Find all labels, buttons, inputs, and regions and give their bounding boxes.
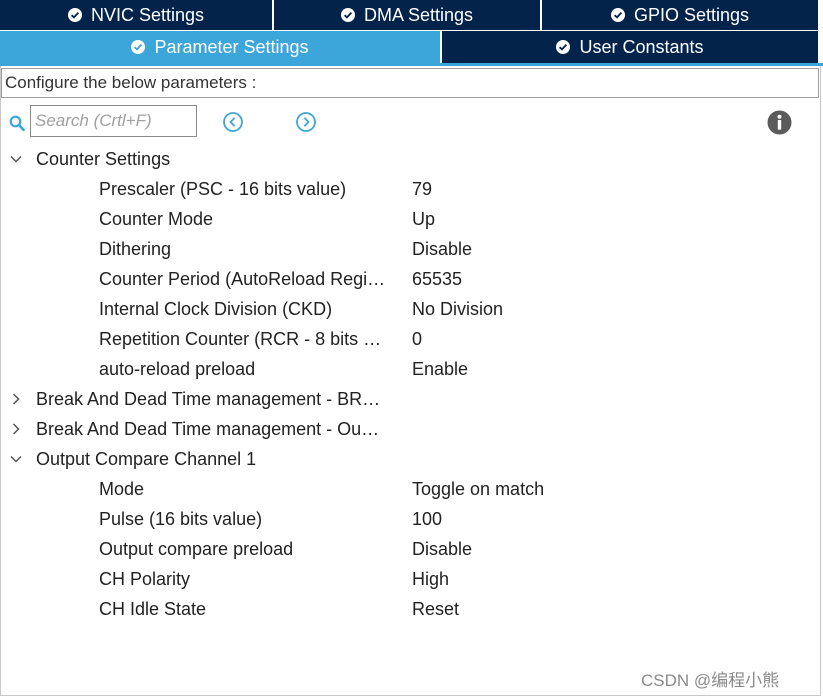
param-row-auto-reload-preload[interactable]: auto-reload preload Enable bbox=[0, 354, 823, 384]
tab-parameter-settings[interactable]: Parameter Settings bbox=[0, 31, 442, 63]
param-row-dithering[interactable]: Dithering Disable bbox=[0, 234, 823, 264]
param-row-repetition-counter[interactable]: Repetition Counter (RCR - 8 bits … 0 bbox=[0, 324, 823, 354]
param-value[interactable]: No Division bbox=[412, 294, 503, 324]
param-name: Mode bbox=[99, 479, 145, 499]
param-value[interactable]: Enable bbox=[412, 354, 468, 384]
param-value[interactable]: Disable bbox=[412, 534, 472, 564]
group-counter-settings[interactable]: Counter Settings bbox=[0, 144, 823, 174]
param-row-prescaler[interactable]: Prescaler (PSC - 16 bits value) 79 bbox=[0, 174, 823, 204]
check-icon bbox=[556, 40, 571, 54]
group-break-dead-time-brk[interactable]: Break And Dead Time management - BR… bbox=[0, 384, 823, 414]
param-row-mode[interactable]: Mode Toggle on match bbox=[0, 474, 823, 504]
info-icon[interactable] bbox=[767, 110, 792, 135]
param-name: Pulse (16 bits value) bbox=[99, 509, 263, 529]
param-name: Counter Period (AutoReload Regi… bbox=[99, 269, 386, 289]
tab-label: DMA Settings bbox=[363, 4, 474, 25]
param-row-ch-idle-state[interactable]: CH Idle State Reset bbox=[0, 594, 823, 624]
group-label: Break And Dead Time management - BR… bbox=[36, 389, 381, 409]
param-name: Prescaler (PSC - 16 bits value) bbox=[99, 179, 347, 199]
chevron-down-icon[interactable] bbox=[9, 152, 23, 166]
group-output-compare-channel-1[interactable]: Output Compare Channel 1 bbox=[0, 444, 823, 474]
param-row-clock-division[interactable]: Internal Clock Division (CKD) No Divisio… bbox=[0, 294, 823, 324]
param-row-ch-polarity[interactable]: CH Polarity High bbox=[0, 564, 823, 594]
tab-nvic-settings[interactable]: NVIC Settings bbox=[0, 0, 274, 30]
param-value[interactable]: High bbox=[412, 564, 449, 594]
tab-user-constants[interactable]: User Constants bbox=[442, 31, 818, 63]
param-name: CH Polarity bbox=[99, 569, 191, 589]
tab-label: User Constants bbox=[579, 36, 704, 57]
check-icon bbox=[610, 8, 625, 22]
param-name: Repetition Counter (RCR - 8 bits … bbox=[99, 329, 382, 349]
tab-label: GPIO Settings bbox=[633, 4, 750, 25]
check-icon bbox=[67, 8, 82, 22]
param-row-pulse[interactable]: Pulse (16 bits value) 100 bbox=[0, 504, 823, 534]
param-name: Counter Mode bbox=[99, 209, 214, 229]
group-label: Counter Settings bbox=[36, 149, 171, 169]
search-input[interactable] bbox=[30, 105, 197, 137]
tab-dma-settings[interactable]: DMA Settings bbox=[274, 0, 542, 30]
param-row-output-compare-preload[interactable]: Output compare preload Disable bbox=[0, 534, 823, 564]
chevron-right-circle-icon[interactable] bbox=[295, 111, 317, 133]
param-row-counter-period[interactable]: Counter Period (AutoReload Regi… 65535 bbox=[0, 264, 823, 294]
param-name: Dithering bbox=[99, 239, 172, 259]
settings-tabs: NVIC Settings DMA Settings GPIO Settings… bbox=[0, 0, 818, 63]
group-break-dead-time-output[interactable]: Break And Dead Time management - Ou… bbox=[0, 414, 823, 444]
param-value[interactable]: 79 bbox=[412, 174, 432, 204]
group-label: Output Compare Channel 1 bbox=[36, 449, 257, 469]
check-icon bbox=[131, 40, 146, 54]
tab-label: NVIC Settings bbox=[90, 4, 205, 25]
param-value[interactable]: Toggle on match bbox=[412, 474, 544, 504]
chevron-right-icon[interactable] bbox=[9, 422, 23, 436]
chevron-left-circle-icon[interactable] bbox=[222, 111, 244, 133]
param-name: auto-reload preload bbox=[99, 359, 256, 379]
param-value[interactable]: Up bbox=[412, 204, 435, 234]
param-name: CH Idle State bbox=[99, 599, 207, 619]
param-value[interactable]: 65535 bbox=[412, 264, 462, 294]
chevron-right-icon[interactable] bbox=[9, 392, 23, 406]
param-row-counter-mode[interactable]: Counter Mode Up bbox=[0, 204, 823, 234]
param-value[interactable]: 100 bbox=[412, 504, 442, 534]
chevron-down-icon[interactable] bbox=[9, 452, 23, 466]
search-toolbar bbox=[0, 104, 823, 140]
check-icon bbox=[340, 8, 355, 22]
tab-gpio-settings[interactable]: GPIO Settings bbox=[542, 0, 818, 30]
param-name: Output compare preload bbox=[99, 539, 294, 559]
watermark: CSDN @编程小熊 bbox=[641, 671, 780, 690]
configure-header: Configure the below parameters : bbox=[1, 68, 819, 98]
search-icon[interactable] bbox=[9, 115, 25, 132]
group-label: Break And Dead Time management - Ou… bbox=[36, 419, 380, 439]
param-value[interactable]: 0 bbox=[412, 324, 422, 354]
param-value[interactable]: Disable bbox=[412, 234, 472, 264]
param-name: Internal Clock Division (CKD) bbox=[99, 299, 333, 319]
param-value[interactable]: Reset bbox=[412, 594, 459, 624]
tab-label: Parameter Settings bbox=[154, 36, 309, 57]
